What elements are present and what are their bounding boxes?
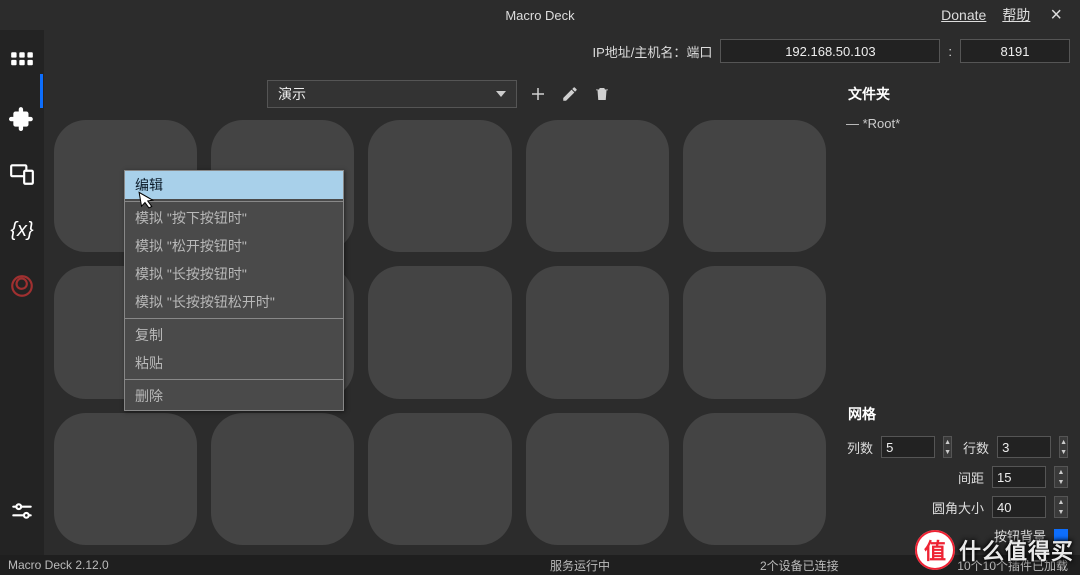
ctx-separator <box>125 379 343 380</box>
sidebar-active-stripe <box>40 74 43 108</box>
pad-button[interactable] <box>54 413 197 545</box>
ctx-copy[interactable]: 复制 <box>125 321 343 349</box>
ctx-paste[interactable]: 粘贴 <box>125 349 343 377</box>
right-panel: 文件夹 — *Root* 网格 列数 ▲▼ 行数 ▲▼ 间距 ▲▼ 圆角大小 ▲… <box>836 76 1080 555</box>
help-link[interactable]: 帮助 <box>1002 5 1030 25</box>
status-service: 服务运行中 <box>550 557 610 574</box>
variables-icon[interactable]: {x} <box>8 216 36 244</box>
connection-row: IP地址/主机名：端口 : <box>0 34 1080 68</box>
status-devices: 2个设备已连接 <box>760 557 839 574</box>
bg-label: 按钮背景 <box>994 526 1046 545</box>
radius-label: 圆角大小 <box>924 498 984 517</box>
pad-button[interactable] <box>526 413 669 545</box>
cols-spinner[interactable]: ▲▼ <box>943 436 952 458</box>
pad-button[interactable] <box>683 413 826 545</box>
deck-icon[interactable] <box>8 48 36 76</box>
pad-button[interactable] <box>211 413 354 545</box>
rows-spinner[interactable]: ▲▼ <box>1059 436 1068 458</box>
status-plugins: 10个10个插件已加载 <box>957 557 1068 574</box>
gap-input[interactable] <box>992 466 1046 488</box>
add-profile-icon[interactable] <box>527 83 549 105</box>
ctx-separator <box>125 201 343 202</box>
profile-select[interactable]: 演示 <box>267 80 517 108</box>
ctx-sim-release[interactable]: 模拟 "松开按钮时" <box>125 232 343 260</box>
ip-input[interactable] <box>720 39 940 63</box>
pad-button[interactable] <box>368 120 511 252</box>
devices-icon[interactable] <box>8 160 36 188</box>
ctx-sim-long-release[interactable]: 模拟 "长按按钮松开时" <box>125 288 343 316</box>
chevron-down-icon <box>496 91 506 97</box>
ctx-sim-long[interactable]: 模拟 "长按按钮时" <box>125 260 343 288</box>
ip-sep: : <box>948 44 952 59</box>
grid-header: 网格 <box>842 402 1070 426</box>
close-button[interactable]: × <box>1046 4 1066 27</box>
rows-label: 行数 <box>960 438 989 457</box>
donate-link[interactable]: Donate <box>941 7 986 23</box>
folders-header: 文件夹 <box>842 82 1070 106</box>
pad-button[interactable] <box>683 120 826 252</box>
edit-profile-icon[interactable] <box>559 83 581 105</box>
cols-label: 列数 <box>844 438 873 457</box>
status-version: Macro Deck 2.12.0 <box>8 558 109 572</box>
radius-input[interactable] <box>992 496 1046 518</box>
folder-root[interactable]: — *Root* <box>846 116 1066 131</box>
plugins-icon[interactable] <box>8 104 36 132</box>
obs-icon[interactable] <box>8 272 36 300</box>
profile-row: 演示 <box>44 76 836 112</box>
ctx-separator <box>125 318 343 319</box>
gap-spinner[interactable]: ▲▼ <box>1054 466 1068 488</box>
ctx-delete[interactable]: 删除 <box>125 382 343 410</box>
gap-label: 间距 <box>924 468 984 487</box>
rows-input[interactable] <box>997 436 1051 458</box>
cols-input[interactable] <box>881 436 935 458</box>
sidebar: {x} <box>0 30 44 555</box>
ctx-sim-press[interactable]: 模拟 "按下按钮时" <box>125 204 343 232</box>
pad-button[interactable] <box>368 413 511 545</box>
pad-button[interactable] <box>683 266 826 398</box>
folder-tree[interactable]: — *Root* <box>842 112 1070 396</box>
pad-button[interactable] <box>526 120 669 252</box>
bg-checkbox[interactable] <box>1054 529 1068 543</box>
pad-button[interactable] <box>368 266 511 398</box>
profile-selected: 演示 <box>278 84 306 104</box>
delete-profile-icon[interactable] <box>591 83 613 105</box>
pad-button[interactable] <box>526 266 669 398</box>
ip-label: IP地址/主机名：端口 <box>592 42 712 61</box>
status-bar: Macro Deck 2.12.0 服务运行中 2个设备已连接 10个10个插件… <box>0 555 1080 575</box>
port-input[interactable] <box>960 39 1070 63</box>
ctx-edit[interactable]: 编辑 <box>125 171 343 199</box>
settings-icon[interactable] <box>8 497 36 525</box>
context-menu: 编辑 模拟 "按下按钮时" 模拟 "松开按钮时" 模拟 "长按按钮时" 模拟 "… <box>124 170 344 411</box>
app-title: Macro Deck <box>505 8 574 23</box>
title-bar: Macro Deck Donate 帮助 × <box>0 0 1080 30</box>
radius-spinner[interactable]: ▲▼ <box>1054 496 1068 518</box>
grid-settings: 列数 ▲▼ 行数 ▲▼ 间距 ▲▼ 圆角大小 ▲▼ 按钮背景 <box>842 432 1070 549</box>
